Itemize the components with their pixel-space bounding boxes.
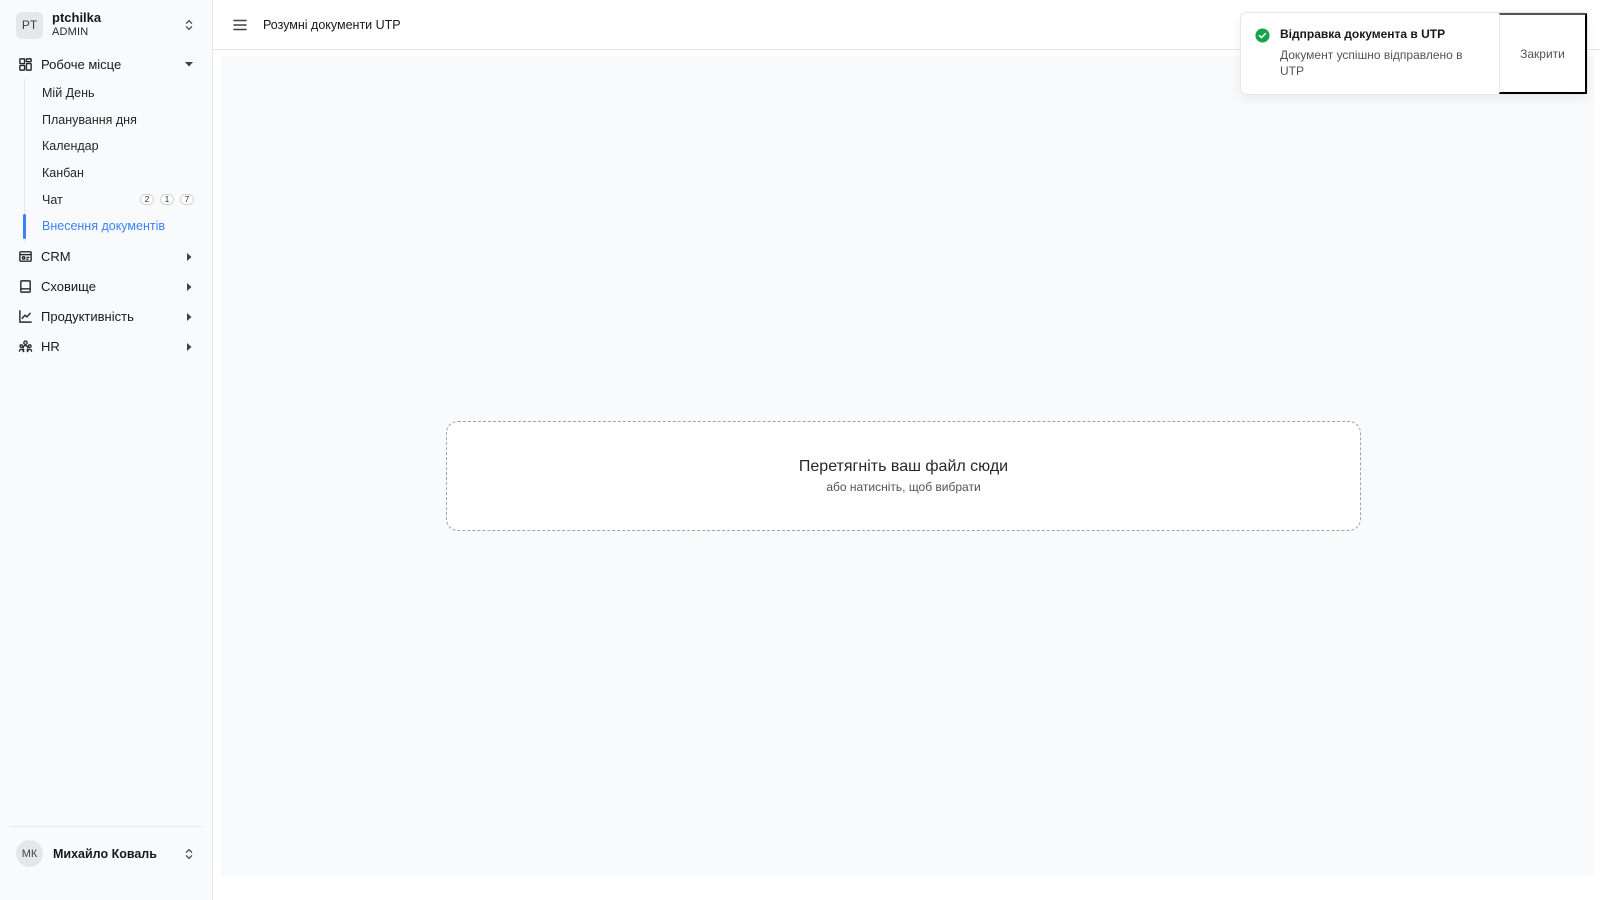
toast-close-button[interactable]: Закрити [1499, 13, 1587, 94]
main: Розумні документи UTP Перетягніть ваш фа… [213, 0, 1600, 900]
count-badge: 1 [160, 194, 174, 206]
nav-group-storage[interactable]: Сховище [10, 272, 202, 302]
sidebar-item-label: Канбан [42, 166, 84, 181]
crm-icon [19, 251, 32, 262]
nav-group-label: HR [41, 339, 60, 355]
dropzone-subtitle: або натисніть, щоб вибрати [826, 480, 981, 494]
storage-icon [20, 280, 31, 293]
toast-description: Документ успішно відправлено в UTP [1280, 48, 1463, 78]
sidebar-item-label: Внесення документів [42, 219, 165, 234]
sidebar-item-label: Чат [42, 192, 63, 207]
count-badge: 2 [140, 194, 154, 206]
nav-group-productivity[interactable]: Продуктивність [10, 302, 202, 332]
dashboard-icon [19, 57, 32, 71]
sidebar-item-calendar[interactable]: Календар [25, 133, 202, 160]
nav-group-label: CRM [41, 249, 71, 265]
sidebar: PT ptchilka ADMIN Робоче місце Мій День … [0, 0, 213, 900]
org-name: ptchilka [52, 10, 102, 26]
caret-down-icon [185, 62, 193, 67]
nav-group-crm[interactable]: CRM [10, 242, 202, 272]
nav-group-hr[interactable]: HR [10, 332, 202, 362]
sidebar-item-label: Календар [42, 139, 99, 154]
org-avatar: PT [16, 11, 43, 39]
toast-notification: Відправка документа в UTP Документ успіш… [1240, 12, 1588, 95]
dropzone-title: Перетягніть ваш файл сюди [798, 458, 1009, 475]
org-role: ADMIN [52, 26, 89, 39]
chevrons-up-down-icon [185, 848, 193, 859]
nav-group-label: Робоче місце [41, 56, 122, 72]
nav-group-label: Продуктивність [41, 309, 134, 325]
sidebar-item-day-planning[interactable]: Планування дня [25, 107, 202, 134]
nav-group-workspace[interactable]: Робоче місце [10, 49, 202, 79]
sidebar-item-document-entry[interactable]: Внесення документів [23, 213, 202, 240]
people-icon [18, 340, 33, 353]
user-name: Михайло Коваль [53, 846, 157, 861]
count-badge: 7 [180, 194, 194, 206]
caret-right-icon [187, 282, 192, 291]
sidebar-item-label: Мій День [42, 86, 95, 101]
caret-right-icon [187, 252, 192, 261]
user-menu[interactable]: МК Михайло Коваль [10, 826, 202, 880]
chevrons-up-down-icon [185, 19, 193, 31]
file-dropzone[interactable]: Перетягніть ваш файл сюди або натисніть,… [446, 421, 1361, 531]
check-circle-icon [1255, 28, 1270, 43]
sidebar-item-my-day[interactable]: Мій День [25, 80, 202, 107]
caret-right-icon [187, 342, 192, 351]
page-title: Розумні документи UTP [263, 17, 401, 32]
sidebar-item-label: Планування дня [42, 112, 137, 127]
menu-icon[interactable] [231, 16, 249, 34]
sidebar-item-kanban[interactable]: Канбан [25, 160, 202, 187]
toast-title: Відправка документа в UTP [1280, 27, 1446, 41]
content-area: Перетягніть ваш файл сюди або натисніть,… [221, 56, 1594, 876]
chart-line-icon [19, 310, 32, 323]
org-switcher[interactable]: PT ptchilka ADMIN [10, 1, 202, 49]
sidebar-nav: Робоче місце Мій День Планування дня Кал… [10, 49, 202, 826]
nav-group-label: Сховище [41, 279, 96, 295]
app: PT ptchilka ADMIN Робоче місце Мій День … [0, 0, 1600, 900]
caret-right-icon [187, 312, 192, 321]
nav-workspace-items: Мій День Планування дня Календар Канбан … [23, 79, 202, 242]
avatar: МК [16, 840, 43, 867]
sidebar-item-chat[interactable]: Чат 2 1 7 [25, 186, 202, 213]
